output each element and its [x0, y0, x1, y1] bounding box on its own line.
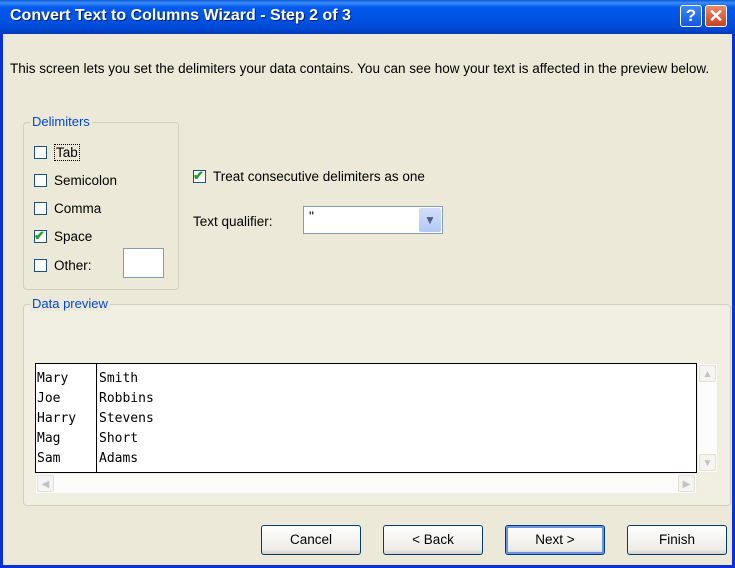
- text-qualifier-value: ": [309, 208, 314, 224]
- semicolon-checkbox-box[interactable]: [34, 173, 47, 187]
- next-button[interactable]: Next >: [505, 525, 605, 555]
- table-cell: Robbins: [99, 391, 154, 406]
- dialog-title: Convert Text to Columns Wizard - Step 2 …: [10, 7, 351, 24]
- table-cell: Stevens: [99, 411, 154, 426]
- checkmark-icon: ✔: [34, 227, 45, 243]
- space-checkbox[interactable]: ✔ Space: [34, 226, 92, 246]
- semicolon-checkbox[interactable]: Semicolon: [34, 170, 117, 190]
- text-qualifier-select[interactable]: " ▼: [303, 206, 443, 234]
- close-button[interactable]: ✕: [705, 5, 727, 27]
- space-checkbox-label: Space: [54, 228, 93, 244]
- tab-checkbox-label: Tab: [54, 143, 80, 161]
- semicolon-checkbox-label: Semicolon: [54, 172, 118, 188]
- table-cell: Joe: [37, 391, 61, 406]
- horizontal-scrollbar[interactable]: ◀ ▶: [35, 473, 697, 494]
- table-cell: Adams: [99, 451, 139, 466]
- treat-consecutive-label: Treat consecutive delimiters as one: [213, 169, 425, 184]
- table-cell: Smith: [99, 371, 139, 386]
- wizard-dialog: Convert Text to Columns Wizard - Step 2 …: [0, 0, 735, 568]
- table-cell: Short: [99, 431, 139, 446]
- other-checkbox[interactable]: Other:: [34, 255, 92, 275]
- column-divider[interactable]: [96, 364, 97, 472]
- cancel-button[interactable]: Cancel: [261, 525, 361, 555]
- help-button[interactable]: ?: [680, 5, 702, 27]
- table-cell: Sam: [37, 451, 61, 466]
- scroll-up-icon[interactable]: ▲: [699, 365, 716, 382]
- data-preview-table[interactable]: Mary Smith Joe Robbins Harry Stevens Mag…: [35, 363, 697, 473]
- title-bar[interactable]: Convert Text to Columns Wizard - Step 2 …: [0, 0, 735, 34]
- scroll-left-icon[interactable]: ◀: [37, 475, 54, 492]
- finish-button[interactable]: Finish: [627, 525, 727, 555]
- chevron-down-icon[interactable]: ▼: [419, 208, 441, 232]
- delimiters-group: Delimiters Tab Semicolon Comma ✔ Space O…: [23, 114, 179, 290]
- table-cell: Mag: [37, 431, 61, 446]
- text-qualifier-label: Text qualifier:: [193, 214, 273, 229]
- data-preview-group-label: Data preview: [30, 296, 110, 311]
- other-checkbox-label: Other:: [54, 257, 92, 273]
- other-checkbox-box[interactable]: [34, 258, 47, 272]
- description-text: This screen lets you set the delimiters …: [10, 61, 710, 76]
- space-checkbox-box[interactable]: ✔: [34, 227, 47, 243]
- treat-consecutive-checkbox-box[interactable]: ✔: [193, 168, 206, 183]
- comma-checkbox-label: Comma: [54, 200, 102, 216]
- other-delimiter-input[interactable]: [123, 248, 164, 278]
- comma-checkbox-box[interactable]: [34, 201, 47, 215]
- checkmark-icon: ✔: [193, 168, 204, 183]
- table-cell: Harry: [37, 411, 77, 426]
- back-button[interactable]: < Back: [383, 525, 483, 555]
- treat-consecutive-checkbox[interactable]: ✔ Treat consecutive delimiters as one: [193, 168, 425, 184]
- comma-checkbox[interactable]: Comma: [34, 198, 101, 218]
- scroll-right-icon[interactable]: ▶: [678, 475, 695, 492]
- scroll-down-icon[interactable]: ▼: [699, 454, 716, 471]
- table-cell: Mary: [37, 371, 69, 386]
- tab-checkbox-box[interactable]: [34, 145, 47, 159]
- tab-checkbox[interactable]: Tab: [34, 142, 80, 162]
- vertical-scrollbar[interactable]: ▲ ▼: [697, 363, 718, 473]
- delimiters-group-label: Delimiters: [30, 114, 92, 129]
